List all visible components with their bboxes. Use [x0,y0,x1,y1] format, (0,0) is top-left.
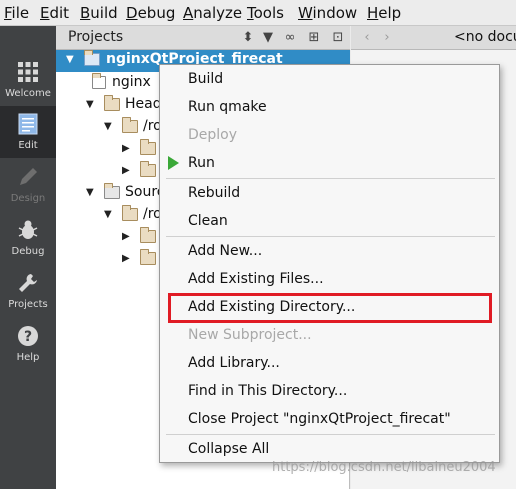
source-folder-icon [104,183,120,199]
menu-build-rest: uild [90,4,118,22]
menu-file-mnemonic: F [4,4,12,22]
folder-icon [140,139,156,155]
menu-item-add-new[interactable]: Add New... [188,243,262,259]
menu-debug-rest: ebug [137,4,176,22]
editor-header: ‹ › <no docu [351,26,516,50]
menu-debug-mnemonic: D [126,4,138,22]
menu-item-deploy: Deploy [188,127,238,143]
folder-icon [122,117,138,133]
header-folder-icon [104,95,120,111]
question-icon: ? [18,326,38,346]
menu-help-mnemonic: H [367,4,379,22]
link-icon[interactable]: ∞ [282,30,298,46]
context-menu: Build Run qmake Deploy Run Rebuild Clean… [159,64,500,463]
close-pane-icon[interactable]: ⊡ [330,30,346,46]
mode-edit-label: Edit [18,140,38,151]
pro-file-icon [92,73,106,89]
menu-tools[interactable]: Tools [247,4,284,22]
filter-icon[interactable]: ▼ [260,30,276,46]
menu-analyze-mnemonic: A [183,4,194,22]
back-arrow-icon[interactable]: ‹ [359,30,375,46]
expand-arrow-icon[interactable]: ▼ [104,121,116,133]
menu-item-add-existing-directory[interactable]: Add Existing Directory... [188,299,355,315]
svg-text:?: ? [24,329,32,345]
folder-icon [140,161,156,177]
menu-item-rebuild[interactable]: Rebuild [188,185,240,201]
projects-pane-title[interactable]: Projects [68,29,123,45]
mode-design[interactable]: Design [0,159,56,211]
mode-design-label: Design [10,193,46,204]
tree-row-pro-file-label: nginx [112,74,151,90]
expand-arrow-icon[interactable]: ▼ [86,99,98,111]
bug-icon [18,220,38,239]
menu-file-rest: ile [11,4,30,22]
menu-file[interactable]: File [4,4,29,22]
menu-item-add-library[interactable]: Add Library... [188,355,280,371]
qt-project-icon [84,50,100,66]
menu-window-rest: indow [312,4,358,22]
menu-item-run-qmake[interactable]: Run qmake [188,99,267,115]
menu-window-mnemonic: W [298,4,313,22]
split-icon[interactable]: ⊞ [306,30,322,46]
menu-separator [166,434,495,435]
forward-arrow-icon[interactable]: › [379,30,395,46]
pencil-icon [20,168,37,185]
menu-tools-mnemonic: T [247,4,254,22]
menu-bar: File Edit Build Debug Analyze Tools Wind… [0,0,516,26]
menu-build[interactable]: Build [80,4,118,22]
mode-welcome-label: Welcome [5,88,51,99]
menu-window[interactable]: Window [298,4,357,22]
grid-icon [18,62,38,82]
menu-analyze[interactable]: Analyze [183,4,242,22]
mode-debug-label: Debug [11,246,45,257]
menu-item-clean[interactable]: Clean [188,213,228,229]
collapse-arrow-icon[interactable]: ▶ [122,143,134,155]
mode-projects-label: Projects [8,299,48,310]
menu-separator [166,236,495,237]
menu-tools-rest: ools [253,4,284,22]
mode-bar: Welcome Edit Design Debug Projects ? Hel… [0,26,56,489]
mode-edit[interactable]: Edit [0,106,56,158]
menu-item-new-subproject: New Subproject... [188,327,312,343]
tree-row-headers-label: Head [125,96,162,112]
menu-item-find-in-directory[interactable]: Find in This Directory... [188,383,347,399]
menu-edit-rest: dit [49,4,70,22]
wrench-icon [19,274,37,292]
mode-projects[interactable]: Projects [0,265,56,317]
menu-help[interactable]: Help [367,4,401,22]
collapse-arrow-icon[interactable]: ▶ [122,231,134,243]
menu-separator [166,178,495,179]
collapse-arrow-icon[interactable]: ▶ [122,253,134,265]
menu-analyze-rest: nalyze [193,4,243,22]
menu-help-rest: elp [378,4,402,22]
mode-debug[interactable]: Debug [0,212,56,264]
mode-help-label: Help [16,352,40,363]
menu-item-build[interactable]: Build [188,71,223,87]
expand-arrow-icon[interactable]: ▼ [104,209,116,221]
expand-arrow-icon[interactable]: ▼ [86,187,98,199]
document-icon [18,113,38,135]
mode-welcome[interactable]: Welcome [0,54,56,106]
menu-edit[interactable]: Edit [40,4,69,22]
projects-pane-header: Projects ⬍ ▼ ∞ ⊞ ⊡ [56,26,350,50]
expand-arrow-icon[interactable]: ▼ [66,54,78,66]
run-icon [168,156,179,170]
collapse-arrow-icon[interactable]: ▶ [122,165,134,177]
menu-debug[interactable]: Debug [126,4,175,22]
menu-build-mnemonic: B [80,4,91,22]
menu-item-run[interactable]: Run [188,155,215,171]
menu-item-add-existing-files[interactable]: Add Existing Files... [188,271,324,287]
folder-icon [122,205,138,221]
folder-icon [140,227,156,243]
chevron-updown-icon[interactable]: ⬍ [240,30,256,46]
watermark: https://blog.csdn.net/libaineu2004 [272,460,496,475]
menu-item-collapse-all[interactable]: Collapse All [188,441,269,457]
menu-item-close-project[interactable]: Close Project "nginxQtProject_firecat" [188,411,451,427]
mode-help[interactable]: ? Help [0,318,56,370]
folder-icon [140,249,156,265]
document-selector[interactable]: <no docu [454,29,516,45]
